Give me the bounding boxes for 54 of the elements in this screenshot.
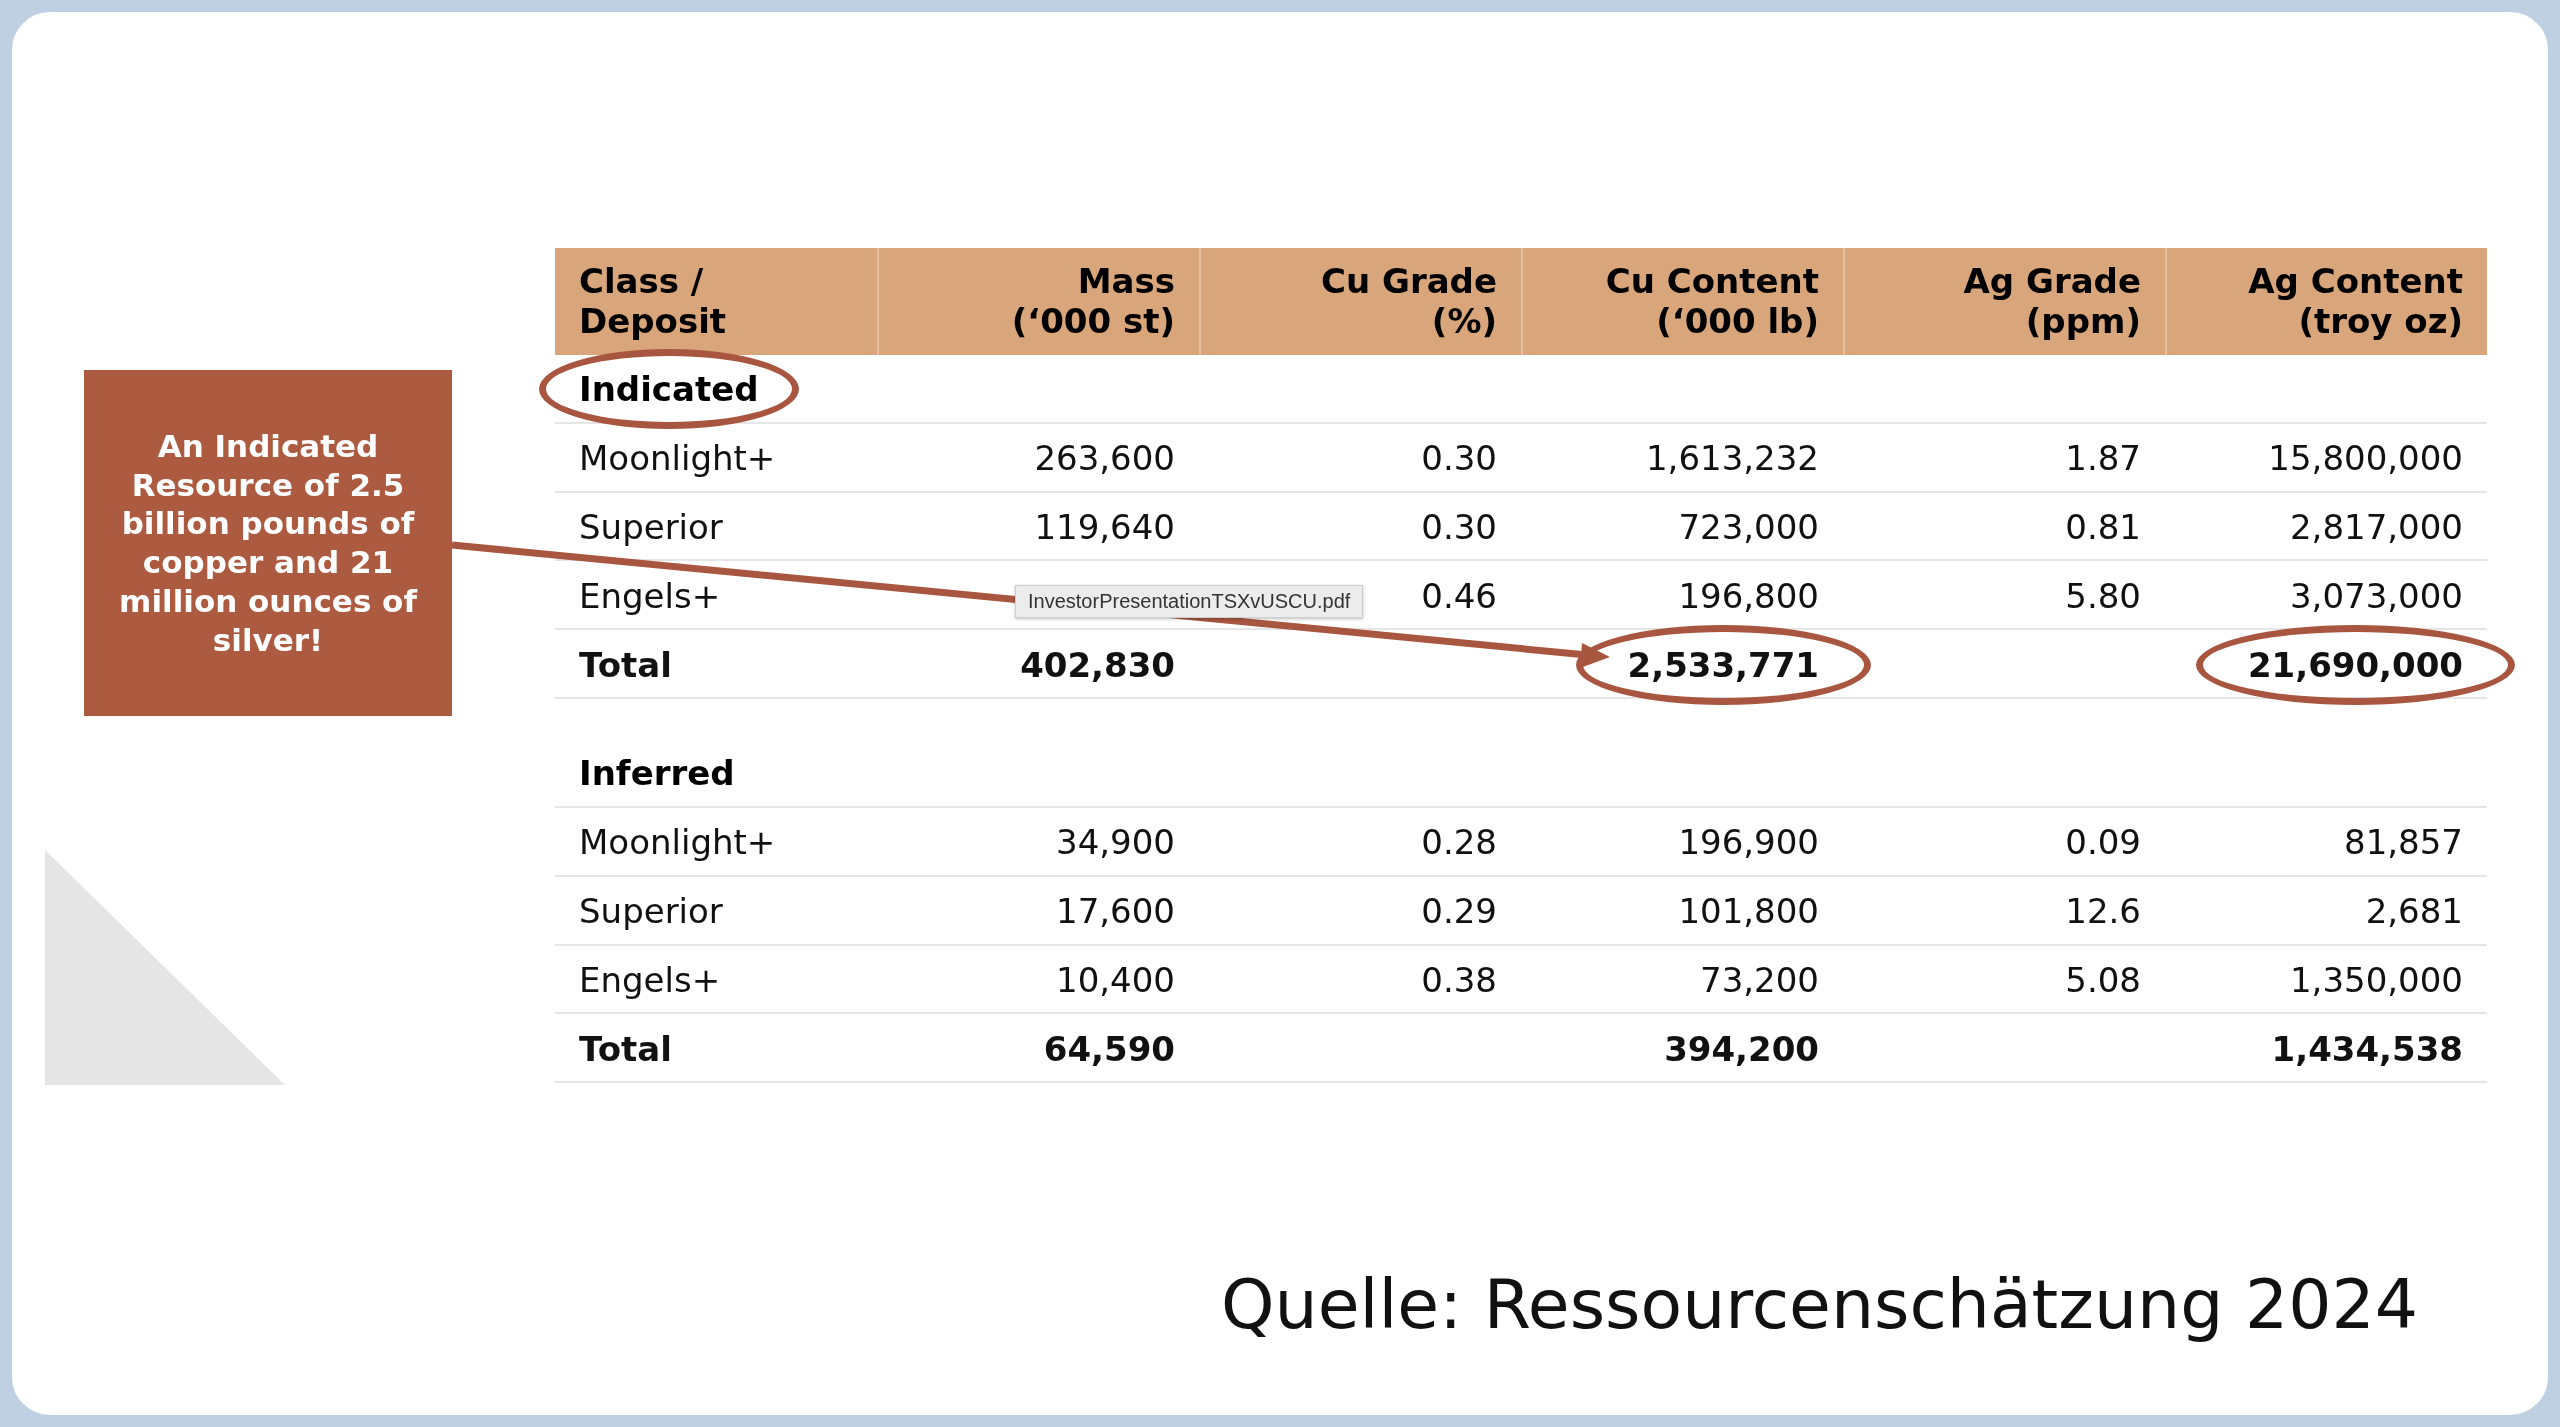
- source-caption: Quelle: Ressourcenschätzung 2024: [1221, 1265, 2418, 1344]
- table-cell: 2,817,000: [2289, 506, 2463, 547]
- table-cell: 196,800: [1678, 575, 1819, 616]
- table-cell: 0.46: [1421, 575, 1497, 616]
- table-cell: 723,000: [1678, 506, 1819, 547]
- total-cell: Total: [579, 1028, 672, 1069]
- table-cell: Superior: [579, 506, 723, 547]
- table-cell: 101,800: [1678, 891, 1819, 931]
- table-cell: 1,613,232: [1645, 438, 1819, 479]
- table-cell: 73,200: [1700, 959, 1819, 1000]
- table-cell: 1.87: [2065, 438, 2141, 479]
- total-cell: Total: [579, 644, 672, 685]
- total-cell: 64,590: [1043, 1028, 1175, 1069]
- tooltip: InvestorPresentationTSXvUSCU.pdf: [1015, 585, 1364, 618]
- table-cell: 34,900: [1056, 822, 1175, 863]
- table-cell: 2,681: [2365, 891, 2463, 931]
- table-cell: 0.28: [1421, 822, 1497, 863]
- table-cell: 0.30: [1421, 506, 1497, 547]
- table-cell: 0.09: [2065, 822, 2141, 863]
- table-cell: Engels+: [579, 575, 721, 616]
- table-cell: 17,600: [1056, 891, 1175, 931]
- table-cell: 0.38: [1421, 959, 1497, 1000]
- table-cell: Engels+: [579, 959, 721, 1000]
- table-cell: Moonlight+: [579, 822, 776, 863]
- table-cell: 0.30: [1421, 438, 1497, 479]
- total-cell: 2,533,771: [1627, 644, 1819, 685]
- column-header: Ag Content (troy oz): [2165, 248, 2487, 355]
- table-cell: 12.6: [2065, 891, 2141, 931]
- table-cell: 5.80: [2065, 575, 2141, 616]
- table-cell: 10,400: [1056, 959, 1175, 1000]
- table-cell: 196,900: [1678, 822, 1819, 863]
- table-cell: 0.81: [2065, 506, 2141, 547]
- table-cell: Superior: [579, 891, 723, 931]
- table-cell: Moonlight+: [579, 438, 776, 479]
- table-cell: 5.08: [2065, 959, 2141, 1000]
- column-header: Cu Grade (%): [1199, 248, 1521, 355]
- table-cell: 119,640: [1034, 506, 1175, 547]
- total-cell: 21,690,000: [2247, 644, 2463, 685]
- table-cell: 1,350,000: [2289, 959, 2463, 1000]
- callout-text: An Indicated Resource of 2.5 billion pounds of copper and 21 million ounces of silver!: [84, 370, 452, 716]
- table-cell: 15,800,000: [2268, 438, 2463, 479]
- column-header: Ag Grade (ppm): [1843, 248, 2165, 355]
- total-cell: 394,200: [1664, 1028, 1819, 1069]
- section-label: Indicated: [579, 369, 759, 410]
- column-header: Mass (‘000 st): [877, 248, 1199, 355]
- total-cell: 402,830: [1020, 644, 1175, 685]
- table-cell: 81,857: [2344, 822, 2463, 863]
- table-cell: 263,600: [1034, 438, 1175, 479]
- column-header: Class / Deposit: [555, 248, 877, 355]
- section-label: Inferred: [579, 753, 735, 794]
- column-header: Cu Content (‘000 lb): [1521, 248, 1843, 355]
- table-cell: 3,073,000: [2289, 575, 2463, 616]
- total-cell: 1,434,538: [2271, 1028, 2463, 1069]
- table-cell: 0.29: [1421, 891, 1497, 931]
